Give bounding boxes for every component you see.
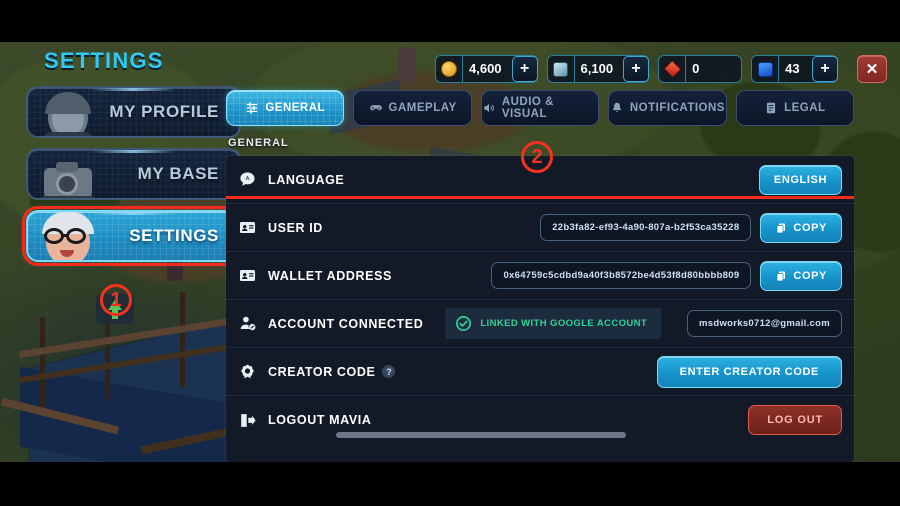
coin-icon: [436, 61, 462, 77]
add-gold-button[interactable]: +: [511, 56, 538, 82]
tab-label: GENERAL: [265, 102, 326, 114]
tab-audio-visual[interactable]: AUDIO & VISUAL: [480, 90, 600, 126]
person-badge-icon: [238, 314, 268, 333]
bell-icon: [612, 102, 621, 112]
row-label: CREATOR CODE: [268, 364, 376, 379]
copy-label: COPY: [793, 269, 827, 282]
creator-code-help-icon[interactable]: ?: [382, 365, 396, 378]
svg-text:A: A: [246, 176, 250, 182]
id-card-icon: [238, 266, 268, 285]
resource-bar: 4,600 + 6,100 + 0 43 + ✕: [435, 55, 888, 83]
sidebar-item-my-base[interactable]: MY BASE: [26, 148, 241, 200]
tab-legal[interactable]: LEGAL: [735, 90, 855, 126]
enter-creator-code-label: ENTER CREATOR CODE: [679, 365, 819, 378]
annotation-number: 2: [531, 145, 543, 168]
sidebar-item-settings[interactable]: SETTINGS: [22, 206, 245, 266]
horizontal-scrollbar[interactable]: [336, 432, 626, 438]
gem-icon: [752, 61, 778, 77]
row-account-connected: ACCOUNT CONNECTED LINKED WITH GOOGLE ACC…: [226, 300, 854, 348]
speaker-icon: [484, 103, 494, 113]
enter-creator-code-button[interactable]: ENTER CREATOR CODE: [656, 355, 842, 388]
food-icon: [548, 61, 574, 77]
check-circle-icon: [456, 315, 472, 332]
id-card-icon: [238, 218, 268, 237]
tab-gameplay[interactable]: GAMEPLAY: [353, 90, 472, 126]
settings-tabs: GENERAL GAMEPLAY AUDIO & VISUAL NOTIFICA…: [226, 90, 855, 126]
add-gem-button[interactable]: +: [812, 56, 839, 82]
copy-icon: [777, 271, 786, 281]
log-out-button[interactable]: LOG OUT: [748, 405, 842, 435]
row-creator-code: CREATOR CODE ? ENTER CREATOR CODE: [226, 348, 854, 396]
book-icon: [766, 102, 776, 114]
tab-notifications[interactable]: NOTIFICATIONS: [608, 90, 727, 126]
sidebar-item-label: MY BASE: [137, 164, 219, 183]
row-logout: LOGOUT MAVIA LOG OUT: [226, 396, 854, 444]
creator-gear-icon: [238, 362, 268, 381]
account-email-value: msdworks0712@gmail.com: [687, 310, 842, 337]
row-label: LOGOUT MAVIA: [268, 413, 372, 427]
logout-icon: [238, 411, 268, 430]
avatar-settings: [32, 212, 110, 260]
game-settings-screen: SETTINGS MY PROFILE MY BASE SETTINGS 1 2…: [0, 0, 900, 506]
settings-rows-container: A LANGUAGE ENGLISH USER ID 22b3fa82-ef93…: [226, 156, 854, 462]
tab-label: NOTIFICATIONS: [629, 102, 725, 114]
resource-gem: 43 +: [751, 55, 839, 83]
log-out-label: LOG OUT: [767, 414, 823, 426]
close-button[interactable]: ✕: [857, 55, 888, 83]
gamepad-icon: [369, 105, 382, 111]
language-value: ENGLISH: [773, 173, 827, 186]
letterbox-bottom: [0, 462, 900, 506]
ruby-icon: [659, 60, 685, 78]
row-label: WALLET ADDRESS: [268, 268, 392, 283]
resource-value: 4,600: [462, 56, 512, 82]
resource-ruby: 0: [658, 55, 743, 83]
sidebar-item-my-profile[interactable]: MY PROFILE: [26, 86, 241, 138]
page-title: SETTINGS: [44, 48, 164, 73]
linked-status-text: LINKED WITH GOOGLE ACCOUNT: [480, 318, 648, 329]
speech-bubble-icon: A: [238, 170, 268, 189]
sidebar-item-label: SETTINGS: [129, 226, 219, 245]
annotation-marker-2: 2: [521, 141, 553, 173]
row-user-id: USER ID 22b3fa82-ef93-4a90-807a-b2f53ca3…: [226, 204, 854, 252]
resource-food: 6,100 +: [546, 55, 650, 83]
resource-value: 6,100: [573, 56, 624, 82]
avatar-my-profile: [32, 88, 110, 136]
copy-user-id-button[interactable]: COPY: [760, 212, 842, 243]
row-label: LANGUAGE: [268, 172, 345, 187]
camera-icon: [32, 150, 110, 198]
language-select-button[interactable]: ENGLISH: [758, 164, 842, 195]
add-food-button[interactable]: +: [623, 56, 650, 82]
row-label: ACCOUNT CONNECTED: [268, 316, 424, 331]
row-label: USER ID: [268, 220, 323, 235]
resource-value: 43: [778, 56, 812, 82]
left-sidebar: SETTINGS MY PROFILE MY BASE SETTINGS: [22, 48, 245, 272]
copy-wallet-button[interactable]: COPY: [760, 260, 842, 291]
row-wallet-address: WALLET ADDRESS 0x64759c5cdbd9a40f3b8572b…: [226, 252, 854, 300]
letterbox-top: [0, 0, 900, 42]
resource-gold: 4,600 +: [435, 55, 538, 83]
tab-label: GAMEPLAY: [388, 102, 457, 114]
annotation-marker-1: 1: [100, 284, 132, 316]
user-id-value: 22b3fa82-ef93-4a90-807a-b2f53ca35228: [540, 214, 752, 241]
tab-label: LEGAL: [784, 102, 826, 114]
sliders-icon: [247, 102, 258, 114]
wallet-address-value: 0x64759c5cdbd9a40f3b8572be4d53f8d80bbbb8…: [491, 262, 752, 289]
copy-icon: [777, 223, 786, 233]
tab-label: AUDIO & VISUAL: [501, 96, 554, 120]
resource-value: 0: [685, 56, 741, 82]
copy-label: COPY: [793, 221, 827, 234]
sidebar-item-label: MY PROFILE: [109, 102, 219, 121]
tab-general[interactable]: GENERAL: [226, 90, 345, 126]
linked-status-badge: LINKED WITH GOOGLE ACCOUNT: [445, 308, 662, 339]
annotation-number: 1: [110, 288, 122, 311]
